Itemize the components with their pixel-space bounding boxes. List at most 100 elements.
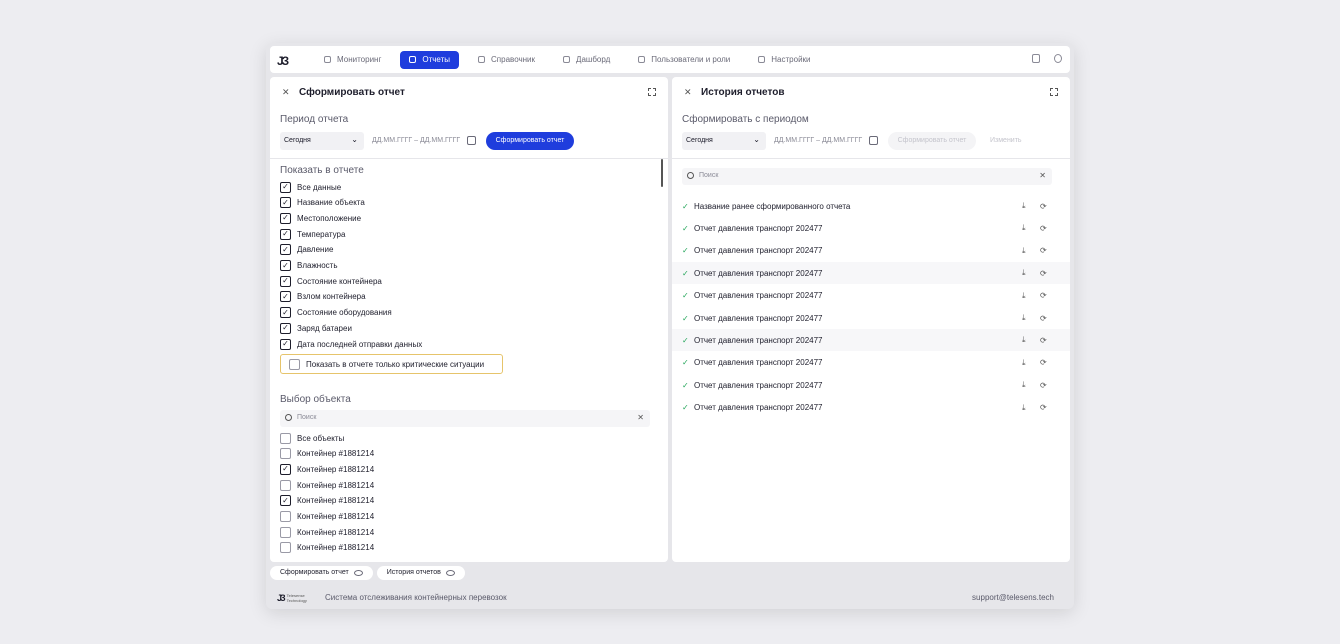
report-field-option[interactable]: ✓ Дата последней отправки данных bbox=[280, 338, 422, 350]
report-history-row[interactable]: ✓ Название ранее сформированного отчета ⤓ ⟳ bbox=[672, 195, 1070, 217]
refresh-icon[interactable]: ⟳ bbox=[1040, 358, 1047, 367]
report-history-row[interactable]: ✓ Отчет давления транспорт 202477 ⤓ ⟳ bbox=[672, 307, 1070, 329]
checkbox[interactable] bbox=[280, 432, 291, 444]
object-option[interactable]: ✓ Контейнер #1881214 bbox=[280, 463, 374, 475]
checkbox[interactable]: ✓ bbox=[280, 463, 291, 475]
notifications-icon[interactable] bbox=[1032, 54, 1040, 63]
checkbox[interactable] bbox=[280, 511, 291, 522]
nav-item[interactable]: Мониторинг bbox=[315, 51, 390, 69]
report-history-row[interactable]: ✓ Отчет давления транспорт 202477 ⤓ ⟳ bbox=[672, 374, 1070, 396]
period-select[interactable]: Сегодня ⌄ bbox=[280, 132, 364, 150]
report-history-row[interactable]: ✓ Отчет давления транспорт 202477 ⤓ ⟳ bbox=[672, 217, 1070, 239]
report-history-row[interactable]: ✓ Отчет давления транспорт 202477 ⤓ ⟳ bbox=[672, 329, 1070, 352]
generate-report-button[interactable]: Сформировать отчет bbox=[888, 132, 976, 150]
period-select[interactable]: Сегодня ⌄ bbox=[682, 132, 766, 150]
clear-icon[interactable]: ✕ bbox=[637, 413, 644, 422]
checkbox[interactable]: ✓ bbox=[280, 212, 291, 224]
checkbox[interactable] bbox=[289, 358, 300, 370]
tab-report-history[interactable]: История отчетов bbox=[376, 566, 465, 580]
eye-icon[interactable] bbox=[353, 570, 363, 576]
report-field-option[interactable]: ✓ Давление bbox=[280, 244, 333, 256]
checkbox[interactable]: ✓ bbox=[280, 322, 291, 334]
edit-button[interactable]: Изменить bbox=[990, 132, 1022, 150]
refresh-icon[interactable]: ⟳ bbox=[1040, 269, 1047, 278]
nav-item[interactable]: Дашборд bbox=[554, 51, 619, 69]
checkbox[interactable]: ✓ bbox=[280, 260, 291, 271]
eye-icon[interactable] bbox=[445, 570, 455, 576]
report-history-row[interactable]: ✓ Отчет давления транспорт 202477 ⤓ ⟳ bbox=[672, 262, 1070, 285]
object-option[interactable]: Контейнер #1881214 bbox=[280, 542, 374, 554]
download-icon[interactable]: ⤓ bbox=[1022, 380, 1026, 390]
calendar-icon[interactable] bbox=[467, 136, 476, 145]
checkbox[interactable]: ✓ bbox=[280, 275, 291, 287]
support-email-link[interactable]: support@telesens.tech bbox=[972, 593, 1054, 602]
checkbox[interactable] bbox=[280, 479, 291, 491]
refresh-icon[interactable]: ⟳ bbox=[1040, 224, 1047, 233]
checkbox[interactable]: ✓ bbox=[280, 291, 291, 303]
calendar-icon[interactable] bbox=[869, 136, 878, 145]
checkbox[interactable]: ✓ bbox=[280, 307, 291, 319]
refresh-icon[interactable]: ⟳ bbox=[1040, 314, 1047, 323]
object-option[interactable]: Все объекты bbox=[280, 432, 344, 444]
checkbox[interactable]: ✓ bbox=[280, 244, 291, 256]
report-field-option[interactable]: ✓ Влажность bbox=[280, 260, 338, 272]
history-search-input[interactable]: Поиск ✕ bbox=[682, 168, 1052, 185]
expand-icon[interactable] bbox=[648, 88, 656, 96]
checkbox[interactable] bbox=[280, 448, 291, 460]
download-icon[interactable]: ⤓ bbox=[1022, 291, 1026, 301]
refresh-icon[interactable]: ⟳ bbox=[1040, 291, 1047, 300]
report-history-row[interactable]: ✓ Отчет давления транспорт 202477 ⤓ ⟳ bbox=[672, 397, 1070, 419]
download-icon[interactable]: ⤓ bbox=[1022, 403, 1026, 413]
download-icon[interactable]: ⤓ bbox=[1022, 201, 1026, 211]
object-option[interactable]: Контейнер #1881214 bbox=[280, 479, 374, 491]
scrollbar[interactable] bbox=[661, 159, 663, 187]
report-field-option[interactable]: ✓ Все данные bbox=[280, 181, 341, 193]
object-option[interactable]: Контейнер #1881214 bbox=[280, 526, 374, 538]
checkbox[interactable] bbox=[280, 542, 291, 554]
refresh-icon[interactable]: ⟳ bbox=[1040, 403, 1047, 412]
download-icon[interactable]: ⤓ bbox=[1022, 268, 1026, 278]
object-option[interactable]: Контейнер #1881214 bbox=[280, 448, 374, 460]
nav-item[interactable]: Справочник bbox=[469, 51, 544, 69]
generate-report-button[interactable]: Сформировать отчет bbox=[486, 132, 574, 150]
report-field-option[interactable]: ✓ Состояние контейнера bbox=[280, 275, 382, 287]
nav-item[interactable]: Отчеты bbox=[400, 50, 460, 69]
user-profile-icon[interactable] bbox=[1054, 54, 1062, 63]
object-search-input[interactable]: Поиск ✕ bbox=[280, 410, 650, 427]
checkbox[interactable]: ✓ bbox=[280, 495, 291, 507]
checkbox[interactable] bbox=[280, 526, 291, 538]
object-option[interactable]: Контейнер #1881214 bbox=[280, 511, 374, 523]
object-option[interactable]: ✓ Контейнер #1881214 bbox=[280, 495, 374, 507]
expand-icon[interactable] bbox=[1050, 88, 1058, 96]
download-icon[interactable]: ⤓ bbox=[1022, 358, 1026, 368]
nav-item[interactable]: Настройки bbox=[749, 51, 819, 69]
refresh-icon[interactable]: ⟳ bbox=[1040, 246, 1047, 255]
nav-item[interactable]: Пользователи и роли bbox=[629, 51, 739, 69]
download-icon[interactable]: ⤓ bbox=[1022, 335, 1026, 345]
date-range-input[interactable]: ДД.ММ.ГГГГ – ДД.ММ.ГГГГ bbox=[770, 132, 882, 150]
refresh-icon[interactable]: ⟳ bbox=[1040, 381, 1047, 390]
refresh-icon[interactable]: ⟳ bbox=[1040, 202, 1047, 211]
download-icon[interactable]: ⤓ bbox=[1022, 313, 1026, 323]
report-field-option[interactable]: ✓ Местоположение bbox=[280, 212, 361, 224]
report-field-option[interactable]: ✓ Заряд батареи bbox=[280, 322, 352, 334]
checkbox[interactable]: ✓ bbox=[280, 338, 291, 350]
refresh-icon[interactable]: ⟳ bbox=[1040, 336, 1047, 345]
report-history-row[interactable]: ✓ Отчет давления транспорт 202477 ⤓ ⟳ bbox=[672, 240, 1070, 262]
close-icon[interactable]: ✕ bbox=[282, 87, 290, 98]
report-history-row[interactable]: ✓ Отчет давления транспорт 202477 ⤓ ⟳ bbox=[672, 352, 1070, 374]
report-history-row[interactable]: ✓ Отчет давления транспорт 202477 ⤓ ⟳ bbox=[672, 285, 1070, 307]
report-field-option[interactable]: ✓ Состояние оборудования bbox=[280, 307, 392, 319]
checkbox[interactable]: ✓ bbox=[280, 197, 291, 209]
date-range-input[interactable]: ДД.ММ.ГГГГ – ДД.ММ.ГГГГ bbox=[368, 132, 480, 150]
checkbox[interactable]: ✓ bbox=[280, 228, 291, 240]
report-field-option[interactable]: ✓ Температура bbox=[280, 228, 345, 240]
download-icon[interactable]: ⤓ bbox=[1022, 223, 1026, 233]
download-icon[interactable]: ⤓ bbox=[1022, 246, 1026, 256]
report-field-option[interactable]: ✓ Взлом контейнера bbox=[280, 291, 366, 303]
critical-only-checkbox[interactable]: Показать в отчете только критические сит… bbox=[280, 354, 503, 374]
checkbox[interactable]: ✓ bbox=[280, 181, 291, 193]
close-icon[interactable]: ✕ bbox=[684, 87, 692, 98]
tab-create-report[interactable]: Сформировать отчет bbox=[270, 566, 373, 580]
report-field-option[interactable]: ✓ Название объекта bbox=[280, 197, 365, 209]
